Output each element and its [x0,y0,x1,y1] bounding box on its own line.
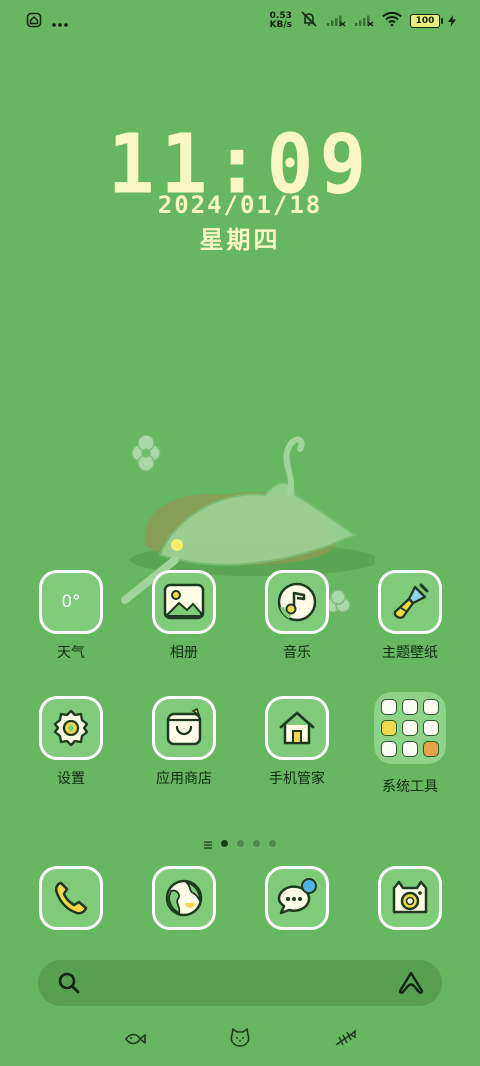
browser-globe-icon[interactable] [152,866,216,930]
search-icon[interactable] [58,972,80,998]
messages-icon[interactable] [265,866,329,930]
app-label-settings: 设置 [57,771,85,787]
clock-date: 2024/01/18 [157,191,323,219]
gear-icon[interactable] [39,696,103,760]
page-dot[interactable] [269,840,276,847]
app-store[interactable]: 应用商店 [128,696,240,788]
battery-indicator: 100 [410,14,443,28]
weather-temperature: 0° [61,592,81,612]
pages-menu-icon[interactable] [204,834,212,853]
signal-sim1-icon [326,12,346,31]
folder-mini-app-icon [423,741,439,757]
page-indicator[interactable] [0,834,480,853]
network-speed-unit: KB/s [269,20,292,30]
app-label-phone-manager: 手机管家 [269,771,325,787]
folder-mini-app-icon [381,699,397,715]
folder-mini-app-icon [402,741,418,757]
bottom-navigation [0,1025,480,1055]
dock-app-browser[interactable] [128,866,240,930]
folder-mini-app-icon [381,720,397,736]
store-bag-icon[interactable] [152,696,216,760]
app-folder-system-tools[interactable]: 系统工具 [354,692,466,796]
app-label-gallery: 相册 [170,645,198,661]
app-label-system-tools: 系统工具 [382,779,438,795]
weather-icon[interactable]: 0° [39,570,103,634]
clock-weekday: 星期四 [199,226,281,254]
folder-icon[interactable] [374,692,446,764]
app-music[interactable]: 音乐 [241,570,353,662]
folder-mini-app-icon [402,720,418,736]
dock-app-camera[interactable] [354,866,466,930]
search-bar[interactable] [38,960,442,1006]
mute-icon [300,10,318,32]
folder-mini-app-icon [423,699,439,715]
app-weather[interactable]: 0° 天气 [15,570,127,662]
dock-app-messages[interactable] [241,866,353,930]
wifi-icon [382,11,402,31]
fish-icon[interactable] [124,1029,146,1053]
brush-icon[interactable] [378,570,442,634]
app-phone-manager[interactable]: 手机管家 [241,696,353,788]
assistant-icon[interactable] [398,971,424,999]
fishbone-icon[interactable] [334,1029,356,1053]
page-dot-active[interactable] [221,840,228,847]
app-label-themes: 主题壁纸 [382,645,438,661]
folder-mini-app-icon [423,720,439,736]
app-settings[interactable]: 设置 [15,696,127,788]
camera-icon[interactable] [378,866,442,930]
app-label-store: 应用商店 [156,771,212,787]
app-gallery[interactable]: 相册 [128,570,240,662]
cat-icon[interactable] [229,1027,251,1053]
app-label-music: 音乐 [283,645,311,661]
dock-app-phone[interactable] [15,866,127,930]
app-themes[interactable]: 主题壁纸 [354,570,466,662]
network-speed: 0.53 KB/s [270,12,292,30]
more-notifications-icon [52,13,68,32]
gallery-icon[interactable] [152,570,216,634]
status-bar: 0.53 KB/s 100 [0,0,480,40]
home-shield-icon[interactable] [265,696,329,760]
folder-mini-app-icon [381,741,397,757]
page-dot[interactable] [237,840,244,847]
phone-icon[interactable] [39,866,103,930]
signal-sim2-icon [354,12,374,31]
home-notification-icon [26,12,42,32]
app-label-weather: 天气 [57,645,85,661]
music-icon[interactable] [265,570,329,634]
folder-mini-app-icon [402,699,418,715]
page-dot[interactable] [253,840,260,847]
charging-bolt-icon [448,12,456,31]
